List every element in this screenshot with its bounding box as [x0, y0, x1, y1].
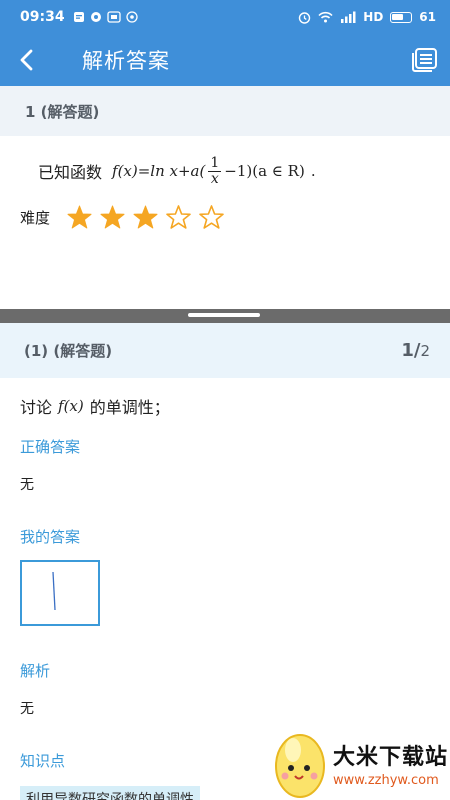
stem-prefix: 讨论	[20, 398, 53, 417]
app-bar: 解析答案	[0, 34, 450, 86]
list-icon	[412, 48, 437, 72]
difficulty: 难度	[20, 204, 225, 231]
watermark-title: 大米下载站	[333, 744, 449, 770]
page-title: 解析答案	[82, 49, 170, 73]
fraction-denominator: x	[210, 170, 219, 187]
stem-text: 已知函数	[38, 163, 103, 183]
status-right: HD 61	[298, 10, 436, 24]
handwritten-answer-stroke	[52, 571, 56, 611]
taobao-icon	[106, 11, 121, 23]
my-answer-title: 我的答案	[20, 528, 81, 546]
star-filled-icon	[133, 205, 158, 229]
back-button[interactable]	[0, 34, 52, 86]
back-arrow-icon	[20, 49, 33, 71]
sub-question-header: (1) (解答题) 1/2	[0, 323, 450, 378]
fraction-numerator: 1	[208, 155, 222, 172]
knowledge-point-tag[interactable]: 利用导数研究函数的单调性	[20, 786, 200, 800]
sub-question-stem: 讨论 f(x) 的单调性；	[20, 394, 170, 418]
question-pager: 1/2	[401, 340, 430, 361]
star-filled-icon	[100, 205, 125, 229]
status-time: 09:34	[20, 9, 65, 25]
wifi-icon	[318, 11, 333, 23]
pager-current: 1/	[401, 340, 421, 361]
star-empty-icon	[199, 205, 224, 229]
stem-suffix: 的单调性；	[89, 398, 170, 417]
notification-icons	[73, 11, 138, 23]
eye-icon	[90, 12, 101, 22]
difficulty-label: 难度	[20, 209, 51, 227]
split-divider	[0, 309, 450, 323]
watermark-url: www.zzhyw.com	[333, 772, 439, 788]
analysis-text: 无	[20, 701, 34, 717]
signal-icon	[341, 11, 356, 23]
rice-mascot-logo	[275, 734, 325, 798]
question-header: 1 (解答题)	[0, 86, 450, 136]
function-formula: f(x)=ln x+a( 1 x −1)(a ∈ R) .	[112, 156, 316, 186]
star-filled-icon	[67, 205, 92, 229]
difficulty-stars	[66, 204, 225, 231]
analysis-title: 解析	[20, 662, 51, 680]
correct-answer-text: 无	[20, 477, 34, 493]
message-icon	[73, 12, 84, 22]
question-body: 已知函数 f(x)=ln x+a( 1 x −1)(a ∈ R) . 难度	[0, 136, 450, 310]
app-icon	[125, 11, 138, 23]
stem-formula: f(x)	[58, 397, 84, 415]
formula-lhs: f(x)=ln x+a(	[112, 162, 206, 181]
question-stem: 已知函数 f(x)=ln x+a( 1 x −1)(a ∈ R) .	[38, 156, 316, 186]
sub-question-title: (1) (解答题)	[24, 342, 113, 360]
my-answer-image[interactable]	[20, 560, 100, 626]
knowledge-point-title: 知识点	[20, 752, 66, 770]
network-type: HD	[363, 10, 384, 24]
drag-handle[interactable]	[188, 313, 260, 317]
correct-answer-title: 正确答案	[20, 438, 81, 456]
battery-icon	[390, 11, 413, 23]
formula-fraction: 1 x	[208, 155, 222, 187]
answer-sheet-button[interactable]	[408, 44, 440, 76]
battery-level: 61	[419, 10, 436, 24]
watermark: 大米下载站 www.zzhyw.com	[271, 726, 450, 800]
star-empty-icon	[166, 205, 191, 229]
pager-total: 2	[420, 342, 430, 360]
formula-rhs: −1)(a ∈ R)	[224, 162, 305, 181]
alarm-icon	[299, 11, 311, 24]
formula-end: .	[310, 162, 316, 181]
status-bar: 09:34 HD 61	[0, 0, 450, 34]
